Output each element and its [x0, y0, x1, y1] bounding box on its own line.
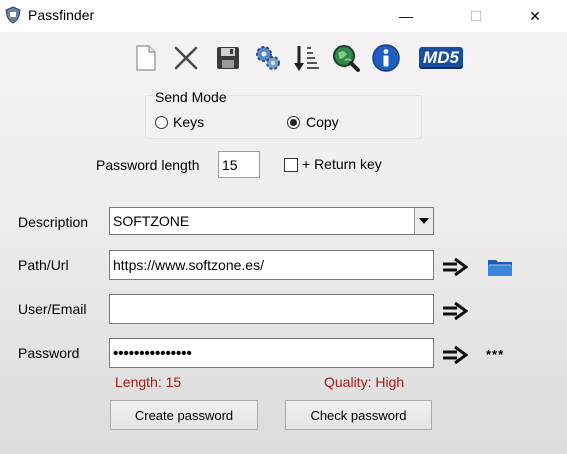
create-password-button[interactable]: Create password [110, 400, 258, 430]
password-length-input[interactable]: 15 [218, 151, 260, 178]
radio-keys-label[interactable]: Keys [173, 114, 204, 130]
radio-copy[interactable] [287, 116, 300, 129]
sort-button[interactable] [290, 42, 322, 74]
minimize-button[interactable]: — [383, 0, 429, 32]
maximize-button[interactable]: ☐ [453, 0, 499, 32]
info-icon [372, 44, 400, 72]
password-go-arrow-icon[interactable] [442, 345, 468, 365]
close-icon: ✕ [529, 7, 541, 24]
description-label: Description [18, 214, 89, 230]
send-mode-title: Send Mode [154, 89, 228, 105]
radio-copy-label[interactable]: Copy [306, 114, 339, 130]
path-go-arrow-icon[interactable] [442, 257, 468, 277]
check-password-button[interactable]: Check password [285, 400, 432, 430]
user-label: User/Email [18, 301, 87, 317]
search-button[interactable] [330, 42, 362, 74]
description-dropdown-button[interactable] [414, 208, 433, 234]
password-label: Password [18, 345, 80, 361]
md5-button[interactable]: MD5 [416, 42, 466, 74]
app-shield-icon [4, 6, 22, 24]
settings-button[interactable] [252, 42, 284, 74]
folder-icon[interactable] [486, 256, 514, 278]
new-button[interactable] [130, 42, 162, 74]
title-bar: Passfinder — ☐ ✕ [0, 0, 567, 32]
info-button[interactable] [370, 42, 402, 74]
return-key-checkbox[interactable] [284, 158, 298, 172]
length-stat: Length: 15 [115, 374, 182, 390]
reveal-password-button[interactable]: *** [486, 347, 504, 362]
maximize-icon: ☐ [469, 7, 483, 24]
window-title: Passfinder [28, 7, 95, 23]
password-length-label: Password length [96, 157, 200, 173]
user-go-arrow-icon[interactable] [442, 301, 468, 321]
return-key-label[interactable]: + Return key [302, 156, 382, 172]
save-icon [217, 47, 239, 69]
description-value: SOFTZONE [113, 213, 190, 229]
quality-stat: Quality: High [324, 374, 405, 390]
close-button[interactable]: ✕ [512, 0, 558, 32]
chevron-down-icon [419, 218, 429, 224]
password-input[interactable]: ••••••••••••••• [109, 338, 434, 368]
new-document-icon [136, 45, 156, 71]
minimize-icon: — [399, 8, 413, 24]
user-input[interactable] [109, 294, 434, 324]
sort-down-icon [294, 46, 319, 71]
delete-icon [174, 46, 198, 70]
path-input[interactable]: https://www.softzone.es/ [109, 250, 434, 280]
path-label: Path/Url [18, 257, 69, 273]
delete-button[interactable] [170, 42, 202, 74]
md5-icon: MD5 [419, 47, 463, 69]
search-globe-icon [333, 45, 360, 72]
radio-keys[interactable] [155, 116, 168, 129]
md5-label: MD5 [423, 48, 459, 67]
settings-gears-icon [256, 46, 280, 70]
save-button[interactable] [212, 42, 244, 74]
description-select[interactable]: SOFTZONE [109, 207, 434, 235]
passfinder-window: Passfinder — ☐ ✕ MD5 Send Mode Keys Copy… [0, 0, 567, 454]
